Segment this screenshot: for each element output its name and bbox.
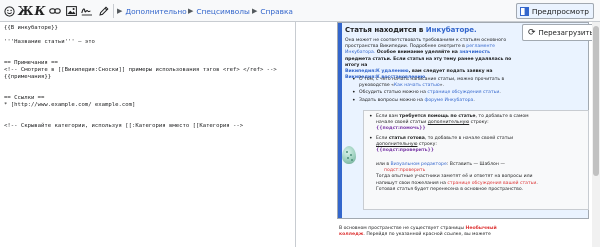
refresh-icon: ⟳ bbox=[528, 27, 536, 38]
bullet-dot: • bbox=[369, 135, 373, 142]
article-talk-link[interactable]: странице обсуждения статьи bbox=[427, 90, 499, 95]
menu-special-chars[interactable]: ▶ Спецсимволы bbox=[188, 0, 250, 22]
toolbar-divider bbox=[113, 4, 114, 18]
missing-page-link[interactable]: Необычный bbox=[465, 226, 496, 231]
incubator-egg-icon bbox=[342, 146, 356, 164]
menu-advanced[interactable]: ▶ Дополнительно bbox=[117, 0, 187, 22]
scrollbar-thumb[interactable] bbox=[593, 26, 599, 176]
editor-toolbar: Ж К ▶ Дополнительно ▶ Спецсимволы ▶ Справка… bbox=[0, 0, 600, 22]
forum-bullet: Задать вопросы можно на форуме Инкубатор… bbox=[359, 98, 475, 103]
preview-toggle-button[interactable]: Предпросмотр bbox=[515, 3, 594, 19]
editor-line: * [http://www.example.com/ example.com] bbox=[4, 102, 136, 108]
chevron-right-icon: ▶ bbox=[117, 7, 123, 15]
guide-bullet: О том, с чего начать написание статьи, м… bbox=[359, 77, 505, 89]
editor-line: '''Название статьи''' — это bbox=[4, 39, 95, 45]
chevron-right-icon: ▶ bbox=[252, 7, 258, 15]
bullet-dot: • bbox=[369, 113, 373, 120]
incubator-rules-link[interactable]: Инкубатора. bbox=[345, 50, 377, 55]
bullet-dot: • bbox=[352, 76, 356, 83]
your-article-talk-link[interactable]: странице обсуждения вашей статьи bbox=[447, 181, 536, 186]
help-template-code: {{подст:помочь}} bbox=[376, 126, 426, 132]
italic-icon[interactable]: К bbox=[34, 0, 46, 22]
check-template-name: подст:проверить bbox=[384, 168, 426, 174]
deletion-link[interactable]: Википедия:К удалению bbox=[345, 69, 409, 74]
notice-title: Статья находится в Инкубаторе. bbox=[345, 26, 477, 34]
smiley-face-icon[interactable] bbox=[2, 0, 16, 22]
editor-line: == Ссылки == bbox=[4, 95, 45, 101]
chevron-right-icon: ▶ bbox=[188, 7, 194, 15]
editor-line: == Примечания == bbox=[4, 60, 58, 66]
ready-bullet: Если статья готова, то добавьте в начале… bbox=[376, 136, 514, 154]
preview-scrollbar[interactable] bbox=[592, 22, 600, 247]
regulation-link[interactable]: регламенте bbox=[466, 44, 495, 49]
preview-icon bbox=[519, 6, 529, 16]
notice-paragraph: Она может не соответствовать требованиям… bbox=[345, 38, 512, 81]
embedded-file-icon[interactable] bbox=[64, 0, 78, 22]
missing-page-link-cont[interactable]: колледж bbox=[339, 232, 363, 237]
discussion-bullet: Обсудить статью можно на странице обсужд… bbox=[359, 90, 501, 95]
editor-line: <!-- Смотрите в [[Википедия:Сноски]] при… bbox=[4, 67, 277, 73]
editor-line: {{примечания}} bbox=[4, 74, 52, 80]
notice-accent-bar bbox=[338, 23, 342, 218]
visual-editor-link[interactable]: Визуальном редакторе bbox=[391, 162, 447, 167]
missing-page-notice: В основном пространстве не существует ст… bbox=[339, 226, 497, 238]
help-request-bullet: Если вам требуется помощь по статье, то … bbox=[376, 114, 529, 132]
editor-line: {{В инкубаторе}} bbox=[4, 25, 58, 31]
pencil-icon[interactable] bbox=[97, 0, 110, 22]
notability-link[interactable]: значимость bbox=[459, 50, 490, 55]
incubator-link[interactable]: Инкубаторе. bbox=[426, 26, 477, 34]
wikitext-editor[interactable]: {{В инкубаторе}} '''Название статьи''' —… bbox=[0, 22, 296, 247]
bold-icon[interactable]: Ж bbox=[18, 0, 34, 22]
preview-pane: Статья находится в Инкубаторе. ⟳ Перезаг… bbox=[297, 22, 592, 247]
incubator-forum-link[interactable]: форуме Инкубатора bbox=[424, 98, 473, 103]
link-icon[interactable] bbox=[48, 0, 62, 22]
bullet-dot: • bbox=[352, 97, 356, 104]
check-template-code: {{подст:проверить}} bbox=[376, 148, 435, 154]
menu-help[interactable]: ▶ Справка bbox=[252, 0, 293, 22]
how-to-start-link[interactable]: Как начать статью bbox=[394, 83, 440, 88]
help-continuation: или в Визуальном редакторе: Вставить — Ш… bbox=[376, 162, 538, 192]
reload-button[interactable]: ⟳ Перезагрузить bbox=[522, 24, 592, 41]
signature-icon[interactable] bbox=[80, 0, 94, 22]
editor-line: <!-- Скрывайте категории, используя [[:К… bbox=[4, 123, 244, 129]
bullet-dot: • bbox=[352, 89, 356, 96]
